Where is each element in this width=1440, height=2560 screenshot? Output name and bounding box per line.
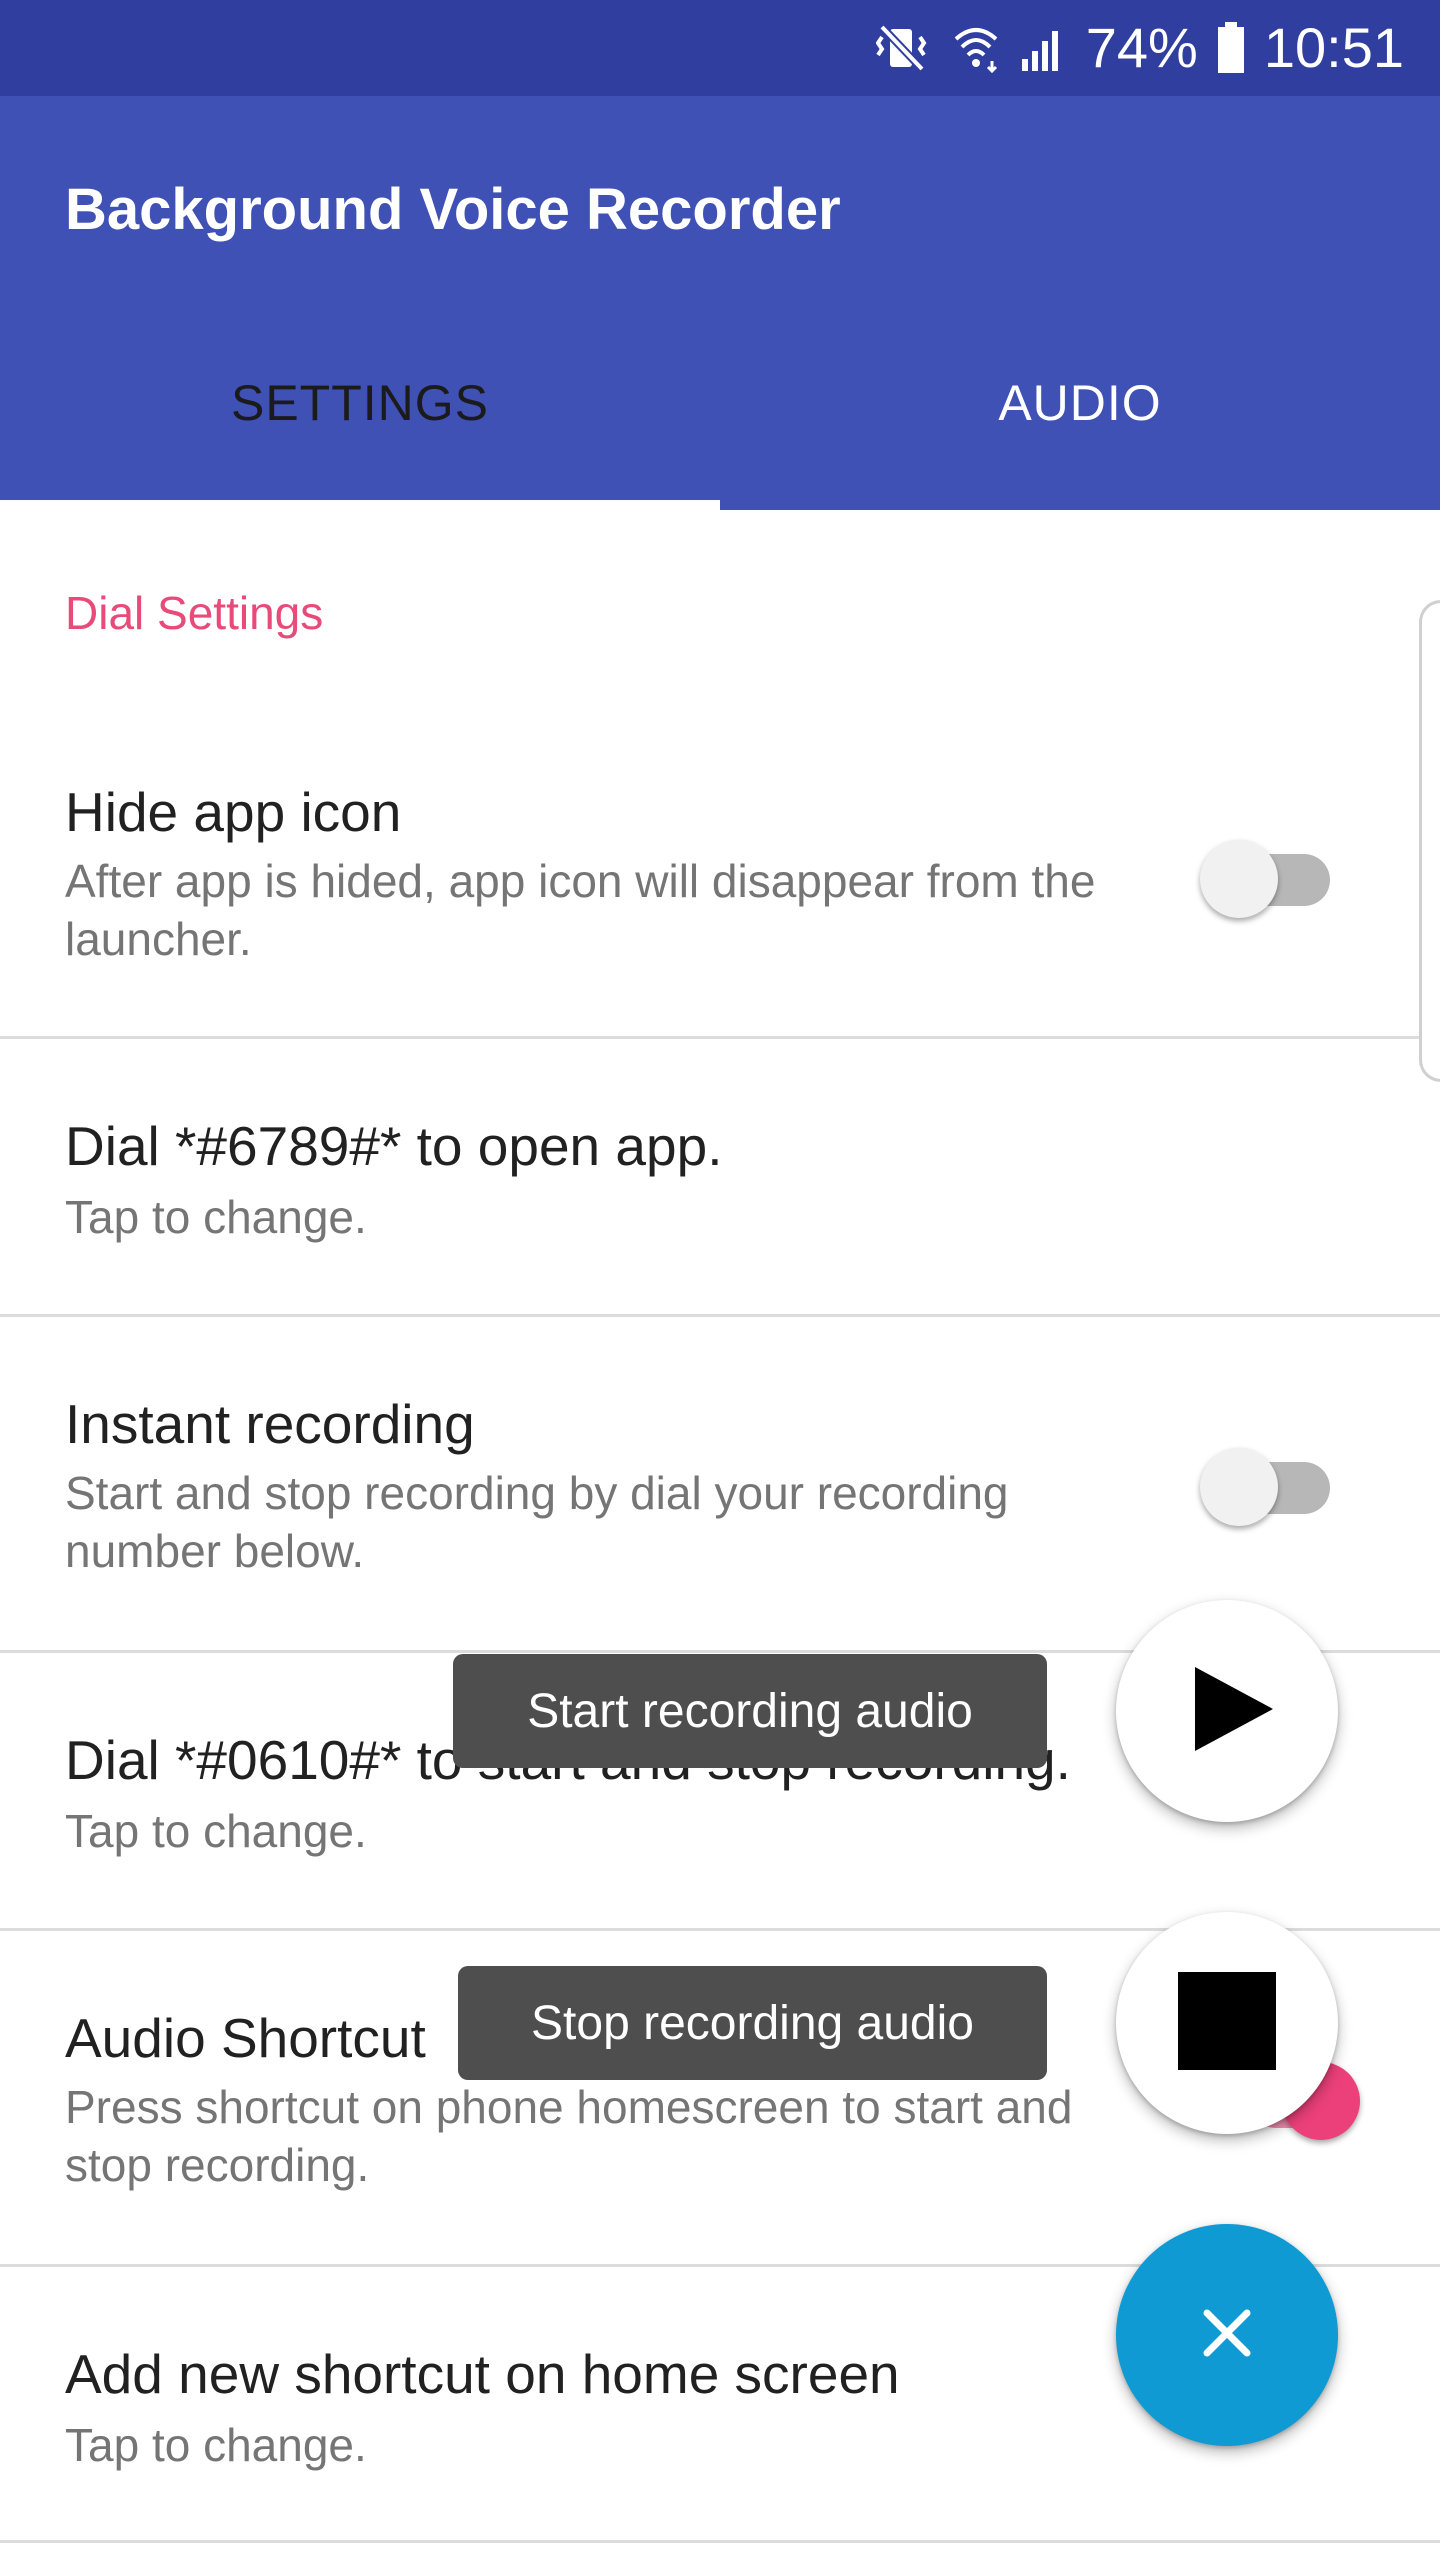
setting-subtitle: Tap to change.	[65, 1191, 367, 1243]
setting-subtitle: Press shortcut on phone homescreen to st…	[65, 2081, 1073, 2191]
status-icons: 74% 10:51	[875, 0, 1404, 96]
setting-hide-app-icon[interactable]: Hide app icon After app is hided, app ic…	[0, 770, 1440, 1036]
setting-subtitle: Start and stop recording by dial your re…	[65, 1467, 1009, 1577]
section-header: Dial Settings	[65, 587, 324, 639]
setting-dial-open-app[interactable]: Dial *#6789#* to open app. Tap to change…	[0, 1040, 1440, 1314]
divider	[0, 1036, 1440, 1039]
start-recording-button[interactable]	[1116, 1600, 1338, 1822]
setting-title: Audio Shortcut	[65, 2007, 426, 2069]
start-recording-tooltip: Start recording audio	[453, 1654, 1047, 1768]
setting-subtitle: Tap to change.	[65, 1805, 367, 1857]
stop-icon	[1178, 1971, 1276, 2075]
mute-vibrate-icon	[875, 23, 934, 73]
setting-subtitle: Tap to change.	[65, 2419, 367, 2471]
edge-panel-handle[interactable]	[1419, 600, 1440, 1082]
switch-thumb	[1200, 840, 1278, 918]
setting-subtitle: After app is hided, app icon will disapp…	[65, 855, 1096, 965]
close-icon	[1201, 2307, 1253, 2364]
divider	[0, 1314, 1440, 1317]
wifi-icon	[952, 23, 1000, 73]
signal-icon	[1018, 23, 1068, 73]
instant-recording-switch[interactable]	[1200, 1440, 1340, 1526]
stop-recording-tooltip: Stop recording audio	[458, 1966, 1047, 2080]
fab-menu-toggle-button[interactable]	[1116, 2224, 1338, 2446]
app-bar: Background Voice Recorder SETTINGS AUDIO	[0, 96, 1440, 510]
hide-app-icon-switch[interactable]	[1200, 832, 1340, 918]
tab-indicator	[0, 500, 720, 510]
battery-percent: 74%	[1085, 16, 1198, 79]
tab-settings[interactable]: SETTINGS	[0, 375, 720, 510]
divider	[0, 2540, 1440, 2543]
setting-title: Dial *#6789#* to open app.	[65, 1115, 723, 1177]
clock: 10:51	[1263, 16, 1404, 79]
setting-title: Add new shortcut on home screen	[65, 2343, 900, 2405]
app-title: Background Voice Recorder	[65, 177, 841, 242]
stop-recording-button[interactable]	[1116, 1912, 1338, 2134]
setting-title: Instant recording	[65, 1393, 475, 1455]
setting-title: Hide app icon	[65, 781, 402, 843]
tab-settings-label: SETTINGS	[230, 375, 490, 431]
status-bar: 74% 10:51	[0, 0, 1440, 96]
play-icon	[1177, 1659, 1277, 1764]
tab-audio[interactable]: AUDIO	[720, 375, 1440, 510]
battery-icon	[1216, 22, 1246, 74]
switch-thumb	[1200, 1448, 1278, 1526]
tab-audio-label: AUDIO	[998, 375, 1162, 431]
